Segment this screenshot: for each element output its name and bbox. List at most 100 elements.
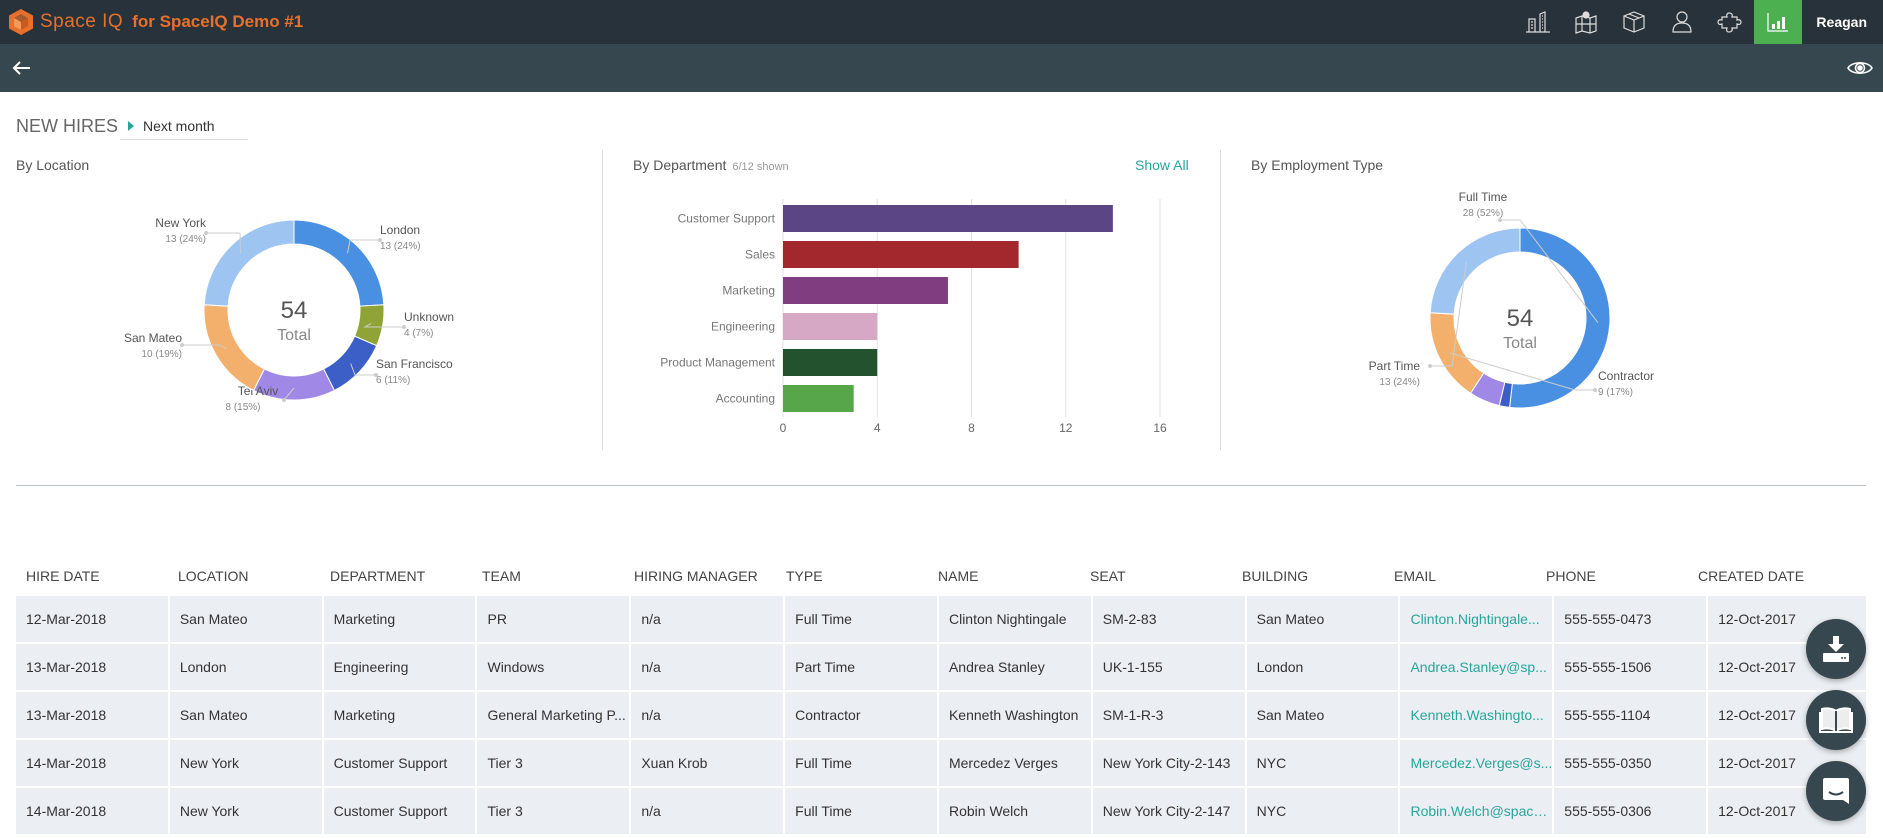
slice-label: Tel Aviv bbox=[238, 384, 278, 398]
department-panel-title-wrap: By Department 6/12 shown bbox=[633, 157, 789, 173]
bar bbox=[783, 277, 948, 304]
show-all-link[interactable]: Show All bbox=[1135, 157, 1189, 173]
slice-value: 4 (7%) bbox=[404, 328, 433, 339]
nav-assets[interactable] bbox=[1610, 0, 1658, 44]
column-header[interactable]: PHONE bbox=[1536, 568, 1688, 584]
column-header[interactable]: DEPARTMENT bbox=[320, 568, 472, 584]
table-cell: Mercedez Verges bbox=[938, 740, 1091, 786]
category-label: Sales bbox=[745, 248, 775, 262]
table-cell: New York bbox=[169, 788, 322, 834]
column-header[interactable]: NAME bbox=[928, 568, 1080, 584]
column-header[interactable]: LOCATION bbox=[168, 568, 320, 584]
table-cell: UK-1-155 bbox=[1092, 644, 1245, 690]
table-cell: 555-555-0306 bbox=[1554, 788, 1707, 834]
guide-button[interactable] bbox=[1806, 690, 1866, 750]
donut-total-label: Total bbox=[1503, 335, 1537, 352]
category-label: Engineering bbox=[711, 320, 775, 334]
period-dropdown[interactable]: Next month bbox=[120, 113, 248, 140]
table-cell: London bbox=[169, 644, 322, 690]
column-header[interactable]: SEAT bbox=[1080, 568, 1232, 584]
table-cell: SM-1-R-3 bbox=[1092, 692, 1245, 738]
column-header[interactable]: CREATED DATE bbox=[1688, 568, 1846, 584]
column-header[interactable]: TEAM bbox=[472, 568, 624, 584]
table-cell: Robin Welch bbox=[938, 788, 1091, 834]
download-icon bbox=[1823, 636, 1849, 662]
category-label: Accounting bbox=[716, 392, 775, 406]
table-cell: San Mateo bbox=[1246, 692, 1399, 738]
slice-value: 13 (24%) bbox=[1379, 377, 1420, 388]
email-link[interactable]: Clinton.Nightingale... bbox=[1400, 596, 1553, 642]
slice-label: San Francisco bbox=[376, 357, 453, 371]
table-cell: Marketing bbox=[323, 596, 476, 642]
email-link[interactable]: Kenneth.Washingto... bbox=[1400, 692, 1553, 738]
table-cell: PR bbox=[477, 596, 630, 642]
slice-value: 28 (52%) bbox=[1463, 208, 1504, 219]
donut-slice bbox=[203, 304, 266, 392]
department-shown-count: 6/12 shown bbox=[732, 161, 789, 173]
table-cell: Full Time bbox=[785, 596, 937, 642]
category-label: Customer Support bbox=[678, 212, 776, 226]
user-menu[interactable]: Reagan bbox=[1802, 0, 1883, 44]
top-bar: Space IQ for SpaceIQ Demo #1 Reagan bbox=[0, 0, 1883, 44]
slice-value: 8 (15%) bbox=[225, 402, 260, 413]
table-cell: 12-Mar-2018 bbox=[16, 596, 168, 642]
column-header[interactable]: HIRE DATE bbox=[16, 568, 168, 584]
table-cell: 555-555-0473 bbox=[1554, 596, 1707, 642]
chat-button[interactable] bbox=[1806, 761, 1866, 821]
table-row[interactable]: 12-Mar-2018 San Mateo Marketing PR n/a Full T… bbox=[16, 596, 1866, 644]
column-header[interactable]: BUILDING bbox=[1232, 568, 1384, 584]
nav-reports[interactable] bbox=[1754, 0, 1803, 44]
table-header: HIRE DATE LOCATION DEPARTMENT TEAM HIRING MA… bbox=[16, 556, 1866, 596]
bar bbox=[783, 349, 878, 376]
table-cell: Xuan Krob bbox=[631, 740, 784, 786]
table-cell: Customer Support bbox=[323, 788, 476, 834]
table-cell: NYC bbox=[1246, 740, 1399, 786]
table-cell: Tier 3 bbox=[477, 788, 630, 834]
box-icon bbox=[1623, 11, 1646, 33]
table-row[interactable]: 13-Mar-2018 London Engineering Windows n/a Pa… bbox=[16, 644, 1866, 692]
column-header[interactable]: HIRING MANAGER bbox=[624, 568, 776, 584]
email-link[interactable]: Mercedez.Verges@s... bbox=[1400, 740, 1553, 786]
slice-label: San Mateo bbox=[124, 331, 182, 345]
table-row[interactable]: 14-Mar-2018 New York Customer Support Tier … bbox=[16, 788, 1866, 836]
table-cell: Windows bbox=[477, 644, 630, 690]
nav-people[interactable] bbox=[1658, 0, 1706, 44]
eye-icon[interactable] bbox=[1847, 56, 1873, 80]
slice-value: 6 (11%) bbox=[376, 375, 410, 386]
table-cell: San Mateo bbox=[169, 692, 322, 738]
table-cell: NYC bbox=[1246, 788, 1399, 834]
column-header[interactable]: TYPE bbox=[776, 568, 928, 584]
donut-slice bbox=[322, 335, 378, 392]
table-cell: Clinton Nightingale bbox=[938, 596, 1091, 642]
table-cell: 13-Mar-2018 bbox=[16, 644, 168, 690]
nav-integrations[interactable] bbox=[1706, 0, 1754, 44]
donut-total-value: 54 bbox=[1507, 305, 1534, 332]
table-row[interactable]: 14-Mar-2018 New York Customer Support Tier … bbox=[16, 740, 1866, 788]
table-cell: Engineering bbox=[323, 644, 476, 690]
table-cell: General Marketing P... bbox=[477, 692, 630, 738]
slice-label: Unknown bbox=[404, 310, 454, 324]
x-tick-label: 12 bbox=[1059, 421, 1073, 435]
map-icon bbox=[1575, 11, 1598, 34]
table-cell: Andrea Stanley bbox=[938, 644, 1091, 690]
table-row[interactable]: 13-Mar-2018 San Mateo Marketing General Mar… bbox=[16, 692, 1866, 740]
table-cell: New York City-2-143 bbox=[1092, 740, 1245, 786]
email-link[interactable]: Andrea.Stanley@sp... bbox=[1400, 644, 1553, 690]
table-body: 12-Mar-2018 San Mateo Marketing PR n/a Full T… bbox=[16, 596, 1866, 836]
nav-map[interactable] bbox=[1562, 0, 1610, 44]
slice-label: London bbox=[380, 223, 420, 237]
x-tick-label: 8 bbox=[968, 421, 975, 435]
download-button[interactable] bbox=[1806, 619, 1866, 679]
brand[interactable]: Space IQ for SpaceIQ Demo #1 bbox=[8, 6, 303, 38]
email-link[interactable]: Robin.Welch@space... bbox=[1400, 788, 1553, 834]
donut-total-value: 54 bbox=[281, 297, 308, 324]
column-header[interactable]: EMAIL bbox=[1384, 568, 1536, 584]
back-arrow-icon[interactable] bbox=[10, 56, 34, 80]
slice-label: Full Time bbox=[1459, 190, 1508, 204]
label-dot bbox=[1593, 388, 1597, 392]
nav-buildings[interactable] bbox=[1514, 0, 1562, 44]
spaceiq-logo-icon bbox=[9, 9, 33, 35]
slice-label: Contractor bbox=[1598, 369, 1654, 383]
sub-bar bbox=[0, 44, 1883, 92]
table-cell: London bbox=[1246, 644, 1399, 690]
